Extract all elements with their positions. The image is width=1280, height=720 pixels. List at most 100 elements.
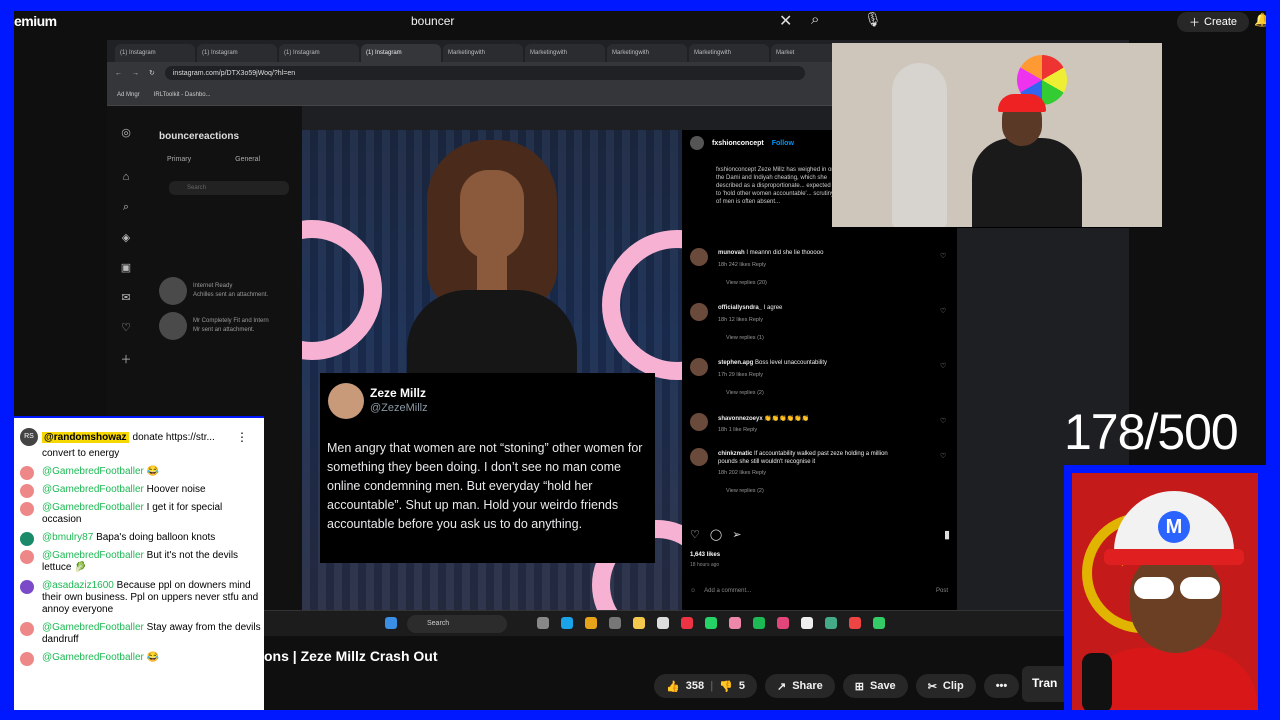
- view-replies[interactable]: View replies (1): [726, 335, 764, 341]
- taskbar-search[interactable]: Search: [407, 615, 507, 633]
- create-post-icon[interactable]: ＋: [119, 351, 133, 366]
- comment-icon[interactable]: ◯: [710, 528, 722, 541]
- goal-counter: 178/500: [1064, 404, 1239, 460]
- tab-general[interactable]: General: [235, 156, 260, 163]
- comment-text: 👏👏👏👏👏👏: [764, 416, 810, 422]
- forward-icon[interactable]: →: [132, 70, 139, 77]
- ig-username[interactable]: bouncereactions: [159, 131, 239, 142]
- app-icon[interactable]: [609, 617, 621, 629]
- app-icon[interactable]: [537, 617, 549, 629]
- browser-tab[interactable]: Marketingwith: [607, 44, 687, 62]
- view-replies[interactable]: View replies (2): [726, 390, 764, 396]
- back-icon[interactable]: ←: [115, 70, 122, 77]
- view-replies[interactable]: View replies (20): [726, 280, 767, 286]
- likes-count[interactable]: 1,643 likes: [690, 552, 720, 558]
- search-icon[interactable]: ⌕: [119, 201, 133, 215]
- tab-primary[interactable]: Primary: [167, 156, 191, 163]
- app-icon[interactable]: [825, 617, 837, 629]
- comment-user[interactable]: officiallysndra_: [718, 305, 762, 311]
- browser-tab-active[interactable]: (1) Instagram: [361, 44, 441, 62]
- app-icon[interactable]: [729, 617, 741, 629]
- reels-icon[interactable]: ▣: [119, 261, 133, 275]
- microphone-icon[interactable]: 🎙: [864, 11, 882, 28]
- avatar: [20, 532, 34, 546]
- browser-tab[interactable]: Marketingwith: [443, 44, 523, 62]
- share-icon[interactable]: ➢: [732, 528, 741, 541]
- dm-preview: Mr sent an attachment.: [193, 327, 255, 333]
- app-icon[interactable]: [873, 617, 885, 629]
- pinned-user[interactable]: @randomshowaz: [42, 431, 129, 443]
- avatar: [159, 277, 187, 305]
- messages-icon[interactable]: ✉: [119, 291, 133, 305]
- avatar: [20, 580, 34, 594]
- more-button[interactable]: •••: [983, 674, 1020, 698]
- dm-thread[interactable]: Internet Ready Achilles sent an attachmen…: [159, 276, 299, 306]
- post-comment-button[interactable]: Post: [936, 588, 948, 594]
- notifications-icon[interactable]: 🔔: [1254, 12, 1266, 28]
- dm-thread[interactable]: Mr Completely Fit and Intern Mr sent an a…: [159, 311, 299, 341]
- folder-icon[interactable]: [633, 617, 645, 629]
- avatar: [690, 358, 708, 376]
- heart-icon[interactable]: ♡: [940, 252, 946, 260]
- app-icon[interactable]: [777, 617, 789, 629]
- app-icon[interactable]: [657, 617, 669, 629]
- reload-icon[interactable]: ↻: [149, 69, 155, 77]
- url-field[interactable]: instagram.com/p/DTX3o59jWoq/?hl=en: [164, 66, 805, 80]
- clip-button[interactable]: ✂ Clip: [915, 674, 976, 698]
- clear-search-icon[interactable]: ✕: [779, 11, 792, 31]
- youtube-premium-logo[interactable]: emium: [14, 13, 57, 29]
- app-icon[interactable]: [585, 617, 597, 629]
- post-header: fxshionconcept Follow: [690, 136, 794, 150]
- like-icon[interactable]: ♡: [690, 528, 700, 541]
- heart-icon[interactable]: ♡: [940, 307, 946, 315]
- kebab-icon[interactable]: ⋮: [236, 430, 248, 444]
- ig-search-input[interactable]: Search: [169, 181, 289, 195]
- app-icon[interactable]: [801, 617, 813, 629]
- post-actions: ♡ ◯ ➢ ▮: [690, 528, 950, 541]
- bookmark-ad-manager[interactable]: Ad Mngr: [117, 92, 140, 98]
- add-comment-input[interactable]: Add a comment...: [704, 588, 751, 594]
- view-replies[interactable]: View replies (2): [726, 488, 764, 494]
- search-input[interactable]: bouncer: [411, 14, 454, 28]
- browser-tab[interactable]: (1) Instagram: [279, 44, 359, 62]
- heart-icon[interactable]: ♡: [119, 321, 133, 335]
- heart-icon[interactable]: ♡: [940, 417, 946, 425]
- share-button[interactable]: ↗ Share: [764, 674, 835, 698]
- spotify-icon[interactable]: [753, 617, 765, 629]
- edge-icon[interactable]: [561, 617, 573, 629]
- emoji-icon[interactable]: ☺: [690, 588, 696, 594]
- home-icon[interactable]: ⌂: [119, 171, 133, 185]
- browser-tab[interactable]: (1) Instagram: [115, 44, 195, 62]
- like-button[interactable]: 👍 358 | 👎 5: [654, 674, 757, 698]
- explore-icon[interactable]: ◈: [119, 231, 133, 245]
- browser-tab[interactable]: (1) Instagram: [197, 44, 277, 62]
- avatar: [20, 622, 34, 636]
- windows-start-icon[interactable]: [385, 617, 397, 629]
- comment-user[interactable]: chinkzmatic: [718, 451, 752, 457]
- create-button[interactable]: ＋ Create: [1177, 12, 1250, 32]
- chrome-icon[interactable]: [849, 617, 861, 629]
- save-button[interactable]: ⊞ Save: [842, 674, 908, 698]
- search-icon[interactable]: ⌕: [811, 11, 819, 28]
- avatar: [20, 466, 34, 480]
- comment-user[interactable]: shavonnezoeyx: [718, 416, 763, 422]
- follow-button[interactable]: Follow: [772, 140, 794, 147]
- dm-name: Internet Ready: [193, 283, 233, 289]
- comment-user[interactable]: munovah: [718, 250, 745, 256]
- heart-icon[interactable]: ♡: [940, 362, 946, 370]
- post-account[interactable]: fxshionconcept: [712, 140, 764, 147]
- browser-tab[interactable]: Marketingwith: [525, 44, 605, 62]
- heart-icon[interactable]: ♡: [940, 452, 946, 460]
- pinned-text[interactable]: donate https://str...: [133, 432, 215, 443]
- chrome-icon[interactable]: [681, 617, 693, 629]
- bookmark-irltoolkit[interactable]: IRLToolkit - Dashbo...: [154, 92, 211, 98]
- comment-user[interactable]: stephen.apg: [718, 360, 753, 366]
- thumbs-down-icon[interactable]: 👎: [719, 680, 733, 693]
- bookmark-icon[interactable]: ▮: [944, 528, 950, 541]
- whatsapp-icon[interactable]: [705, 617, 717, 629]
- instagram-icon[interactable]: ◎: [119, 126, 133, 140]
- comment-meta: 18h 12 likes Reply: [718, 317, 763, 323]
- browser-tab[interactable]: Marketingwith: [689, 44, 769, 62]
- post-image[interactable]: Zeze Millz @ZezeMillz Men angry that wom…: [302, 130, 682, 636]
- ig-inbox-tabs: Primary General: [167, 156, 260, 163]
